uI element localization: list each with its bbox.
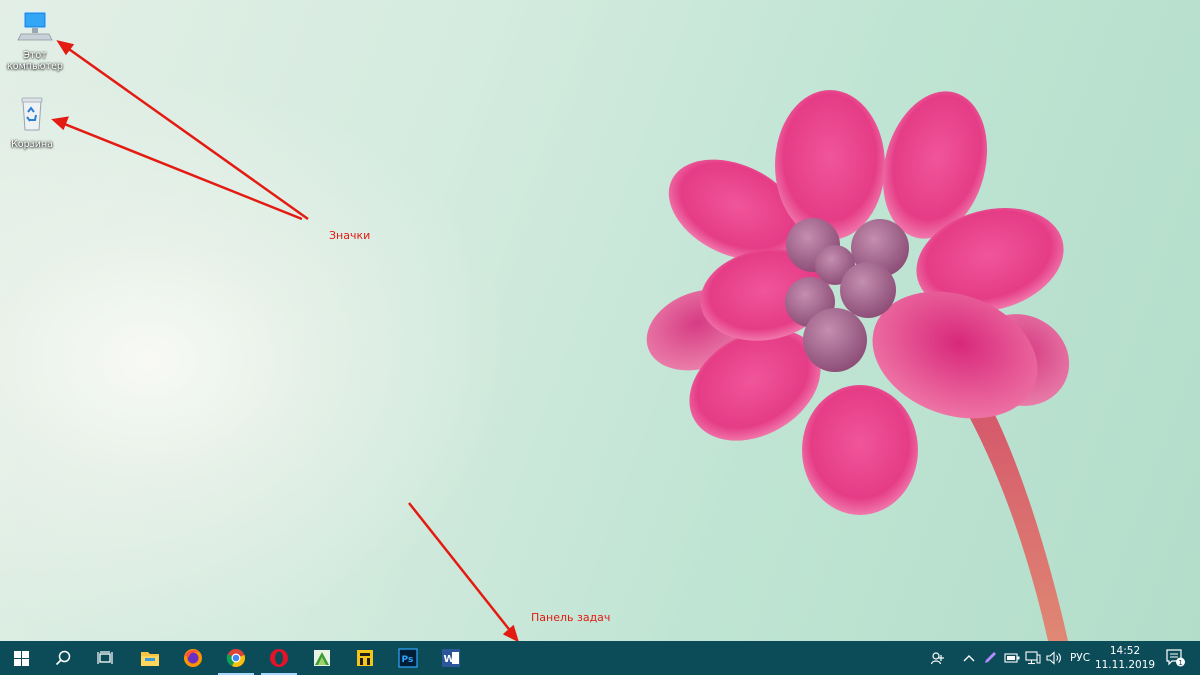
search-icon [55, 650, 71, 666]
task-view-button[interactable] [84, 641, 126, 675]
chrome-icon [226, 649, 245, 667]
photoshop-icon: Ps [398, 648, 418, 668]
people-button[interactable] [928, 641, 948, 675]
battery-icon [1004, 653, 1020, 663]
windows-start-icon [13, 650, 29, 666]
notification-icon: 1 [1166, 649, 1185, 667]
taskbar-app-word[interactable]: W [430, 641, 472, 675]
annotation-taskbar-label: Панель задач [531, 611, 611, 624]
language-indicator[interactable]: РУС [1066, 641, 1094, 675]
wallpaper [646, 90, 1070, 641]
volume-icon [1046, 651, 1061, 665]
volume-button[interactable] [1044, 641, 1064, 675]
opera-icon [270, 649, 288, 667]
yellow-app-icon [357, 650, 373, 666]
this-pc-label-line1: Этот [23, 50, 47, 61]
taskbar-app-firefox[interactable] [172, 641, 214, 675]
action-center-button[interactable]: 1 [1161, 641, 1191, 675]
clock[interactable]: 14:52 11.11.2019 [1094, 644, 1156, 672]
notification-count: 1 [1178, 659, 1182, 667]
word-icon-text: W [444, 654, 455, 665]
desktop-icon-this-pc[interactable]: Этот компьютер [3, 10, 67, 72]
taskbar-app-photoshop[interactable]: Ps [387, 641, 429, 675]
start-button[interactable] [0, 641, 42, 675]
desktop-icon-recycle-bin[interactable]: Корзина [0, 95, 64, 150]
network-icon [1025, 651, 1041, 665]
clock-date: 11.11.2019 [1094, 659, 1156, 671]
this-pc-label-line2: компьютер [7, 61, 63, 72]
recycle-bin-icon [21, 97, 43, 131]
taskbar-app-green[interactable] [301, 641, 343, 675]
photoshop-icon-text: Ps [402, 655, 414, 665]
pen-icon [985, 652, 996, 663]
this-pc-icon [17, 11, 53, 41]
taskbar-app-yellow[interactable] [344, 641, 386, 675]
pen-workspace-button[interactable] [980, 641, 1000, 675]
firefox-icon [184, 649, 202, 667]
word-icon: W [442, 649, 460, 667]
file-explorer-icon [141, 652, 159, 666]
taskbar-app-opera[interactable] [258, 641, 300, 675]
annotation-icons-label: Значки [329, 229, 371, 242]
language-label: РУС [1069, 652, 1091, 664]
taskbar-app-file-explorer[interactable] [129, 641, 171, 675]
desktop[interactable]: Этот компьютер Корзина Значки Панель зад… [0, 0, 1200, 641]
network-button[interactable] [1023, 641, 1043, 675]
taskbar-app-chrome[interactable] [215, 641, 257, 675]
people-icon [931, 652, 944, 665]
clock-time: 14:52 [1109, 645, 1141, 657]
battery-button[interactable] [1002, 641, 1022, 675]
taskbar[interactable]: Ps W РУС 14:52 11.11.2019 1 [0, 641, 1200, 675]
recycle-bin-label: Корзина [11, 139, 53, 150]
green-app-icon [314, 650, 330, 666]
show-hidden-icons-button[interactable] [959, 641, 979, 675]
search-button[interactable] [42, 641, 84, 675]
task-view-icon [97, 651, 113, 664]
chevron-up-icon [963, 655, 975, 662]
